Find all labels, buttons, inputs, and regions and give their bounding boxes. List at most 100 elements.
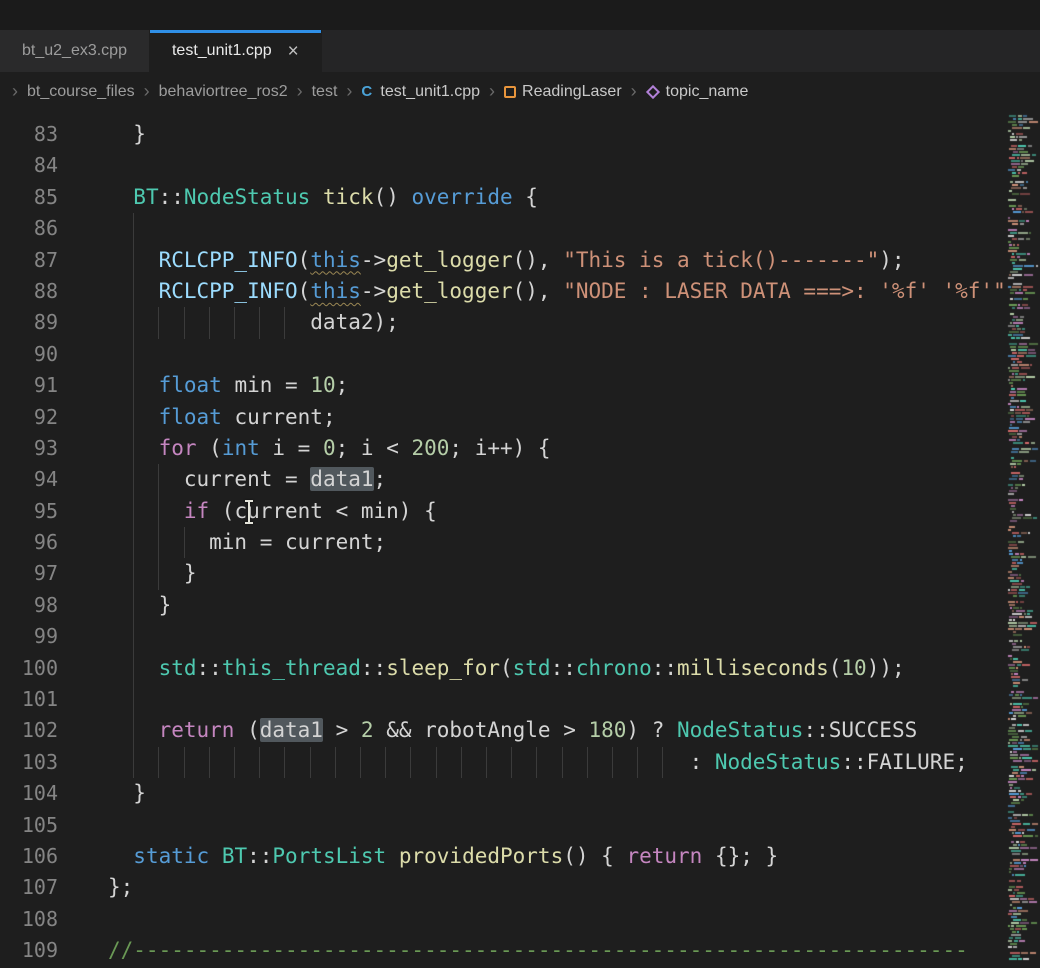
indent-guide [133,496,134,527]
line-number: 95 [0,496,58,527]
breadcrumb-item-topic_name[interactable]: topic_name [646,83,749,101]
indent-guide [612,747,613,778]
code-token: () [374,185,412,209]
indent-guide [133,653,134,684]
indent-guide [209,307,210,338]
line-number: 87 [0,245,58,276]
indent-guide [209,747,210,778]
code-line-96[interactable]: 96 min = current; [0,527,1040,558]
close-icon[interactable]: × [288,42,299,61]
line-content [108,684,1040,715]
class-symbol-icon [504,86,516,98]
indent-guide [133,747,134,778]
breadcrumb-label: bt_course_files [27,83,135,101]
code-token: this [310,279,361,303]
code-line-87[interactable]: 87 RCLCPP_INFO(this->get_logger(), "This… [0,245,1040,276]
line-number: 85 [0,182,58,213]
line-content: for (int i = 0; i < 200; i++) { [108,433,1040,464]
breadcrumb-item-test_unit1.cpp[interactable]: test_unit1.cpp [361,83,480,101]
code-line-106[interactable]: 106 static BT::PortsList providedPorts()… [0,841,1040,872]
code-line-101[interactable]: 101 [0,684,1040,715]
code-line-88[interactable]: 88 RCLCPP_INFO(this->get_logger(), "NODE… [0,276,1040,307]
indent-guide [587,747,588,778]
indent-guide [158,464,159,495]
breadcrumb-label: test_unit1.cpp [380,83,480,101]
line-content [108,904,1040,935]
line-content: RCLCPP_INFO(this->get_logger(), "This is… [108,245,1040,276]
line-number: 106 [0,841,58,872]
code-line-93[interactable]: 93 for (int i = 0; i < 200; i++) { [0,433,1040,464]
breadcrumb-item-test[interactable]: test [312,83,338,101]
code-line-102[interactable]: 102 return (data1 > 2 && robotAngle > 18… [0,715,1040,746]
code-line-98[interactable]: 98 } [0,590,1040,621]
line-content [108,810,1040,841]
line-content: data2); [108,307,1040,338]
code-line-107[interactable]: 107}; [0,872,1040,903]
code-line-84[interactable]: 84 [0,150,1040,181]
code-line-104[interactable]: 104 } [0,778,1040,809]
code-token: ( [829,656,842,680]
code-token: RCLCPP_INFO [159,279,298,303]
tab-bt_u2_ex3[interactable]: bt_u2_ex3.cpp [0,30,150,72]
code-token: current = [108,467,310,491]
code-token: > [323,718,361,742]
line-content: RCLCPP_INFO(this->get_logger(), "NODE : … [108,276,1040,307]
line-number: 107 [0,872,58,903]
word-highlight: data1 [310,467,373,491]
code-line-100[interactable]: 100 std::this_thread::sleep_for(std::chr… [0,653,1040,684]
code-line-94[interactable]: 94 current = data1; [0,464,1040,495]
code-line-89[interactable]: 89 data2); [0,307,1040,338]
code-line-108[interactable]: 108 [0,904,1040,935]
code-token: i = [260,436,323,460]
indent-guide [562,747,563,778]
chevron-right-icon: › [12,81,18,102]
indent-guide [234,747,235,778]
line-number: 109 [0,935,58,966]
code-token: RCLCPP_INFO [159,248,298,272]
code-line-91[interactable]: 91 float min = 10; [0,370,1040,401]
indent-guide [158,307,159,338]
code-line-109[interactable]: 109//-----------------------------------… [0,935,1040,966]
code-token [209,844,222,868]
code-line-92[interactable]: 92 float current; [0,402,1040,433]
code-token: static [133,844,209,868]
code-line-97[interactable]: 97 } [0,558,1040,589]
tab-test_unit1[interactable]: test_unit1.cpp × [150,30,322,72]
indent-guide [184,527,185,558]
code-token: if [184,499,209,523]
code-line-103[interactable]: 103 : NodeStatus::FAILURE; [0,747,1040,778]
line-number: 98 [0,590,58,621]
line-number: 90 [0,339,58,370]
code-token: for [159,436,197,460]
code-token: ( [234,718,259,742]
code-token: ; i < [336,436,412,460]
indent-guide [158,747,159,778]
code-line-85[interactable]: 85 BT::NodeStatus tick() override { [0,182,1040,213]
line-content: std::this_thread::sleep_for(std::chrono:… [108,653,1040,684]
breadcrumb-item-behaviortree_ros2[interactable]: behaviortree_ros2 [159,83,288,101]
breadcrumb-item-bt_course_files[interactable]: bt_course_files [27,83,135,101]
code-token: } [108,561,197,585]
minimap[interactable] [1007,112,1040,968]
tab-label: test_unit1.cpp [172,42,272,60]
code-token: :: [652,656,677,680]
code-line-105[interactable]: 105 [0,810,1040,841]
editor[interactable]: 83 }8485 BT::NodeStatus tick() override … [0,112,1040,968]
code-token: std [159,656,197,680]
breadcrumb-item-ReadingLaser[interactable]: ReadingLaser [504,83,622,101]
line-number: 97 [0,558,58,589]
code-token: sleep_for [386,656,500,680]
code-token: min = [222,373,311,397]
indent-guide [158,527,159,558]
code-line-99[interactable]: 99 [0,621,1040,652]
code-token: ( [298,279,311,303]
code-token: (), [513,248,564,272]
line-content: min = current; [108,527,1040,558]
code-line-83[interactable]: 83 } [0,119,1040,150]
line-content: }; [108,872,1040,903]
code-line-95[interactable]: 95 if (current < min) { [0,496,1040,527]
line-content [108,213,1040,244]
code-line-86[interactable]: 86 [0,213,1040,244]
line-content: : NodeStatus::FAILURE; [108,747,1040,778]
code-line-90[interactable]: 90 [0,339,1040,370]
